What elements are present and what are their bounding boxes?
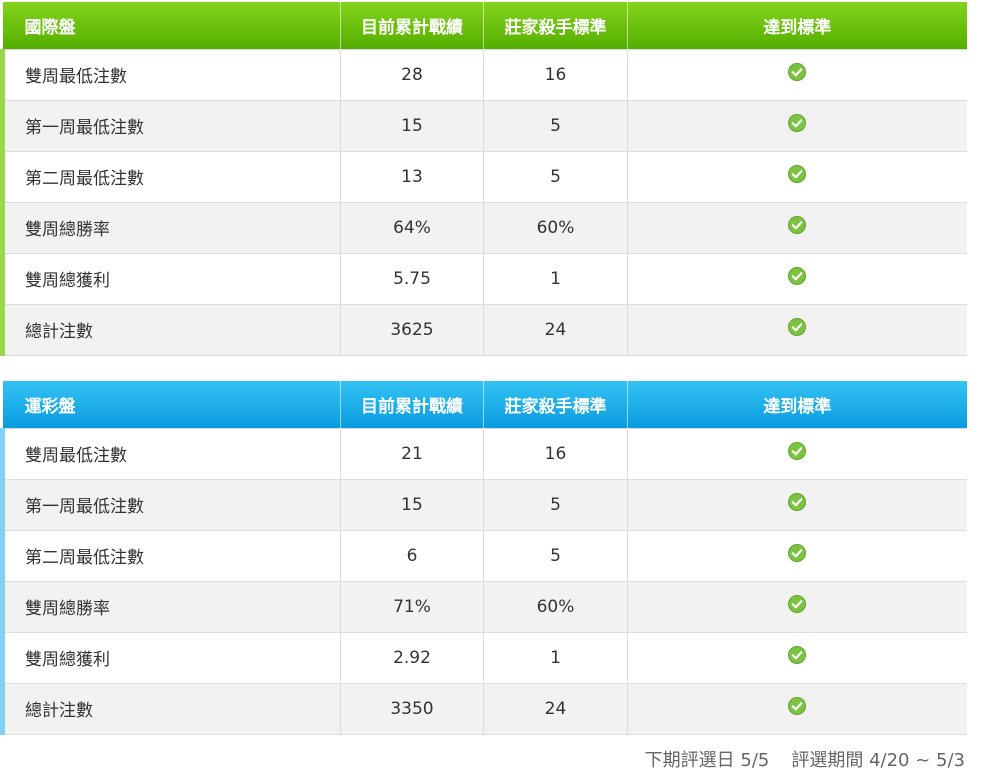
standard-value: 16 — [483, 48, 628, 100]
table-row: 總計注數 3625 24 — [0, 303, 967, 356]
met-cell — [627, 48, 967, 100]
check-icon — [788, 492, 807, 511]
current-record-header: 目前累計戰績 — [340, 2, 484, 49]
check-icon — [788, 317, 807, 336]
check-icon — [788, 543, 807, 562]
table-header-row: 運彩盤 目前累計戰績 莊家殺手標準 達到標準 — [2, 381, 967, 428]
row-label: 雙周最低注數 — [0, 427, 341, 479]
board-name-header: 國際盤 — [2, 2, 341, 49]
met-cell — [627, 580, 967, 632]
international-board-table: 國際盤 目前累計戰績 莊家殺手標準 達到標準 雙周最低注數 28 16 第一周最… — [0, 2, 967, 356]
current-value: 13 — [340, 150, 484, 202]
row-label: 雙周總獲利 — [0, 631, 341, 683]
check-icon — [788, 62, 807, 81]
check-icon — [788, 696, 807, 715]
met-cell — [627, 529, 967, 581]
check-icon — [788, 594, 807, 613]
evaluation-footer: 下期評選日 5/5 評選期間 4/20 ~ 5/3 — [645, 746, 965, 772]
met-cell — [627, 427, 967, 479]
table-row: 雙周總勝率 64% 60% — [0, 201, 967, 253]
met-header: 達到標準 — [627, 381, 967, 428]
row-label: 第二周最低注數 — [0, 529, 341, 581]
row-label: 雙周總勝率 — [0, 201, 341, 253]
table-row: 總計注數 3350 24 — [0, 682, 967, 735]
row-label: 總計注數 — [0, 682, 341, 735]
row-label: 總計注數 — [0, 303, 341, 356]
table-row: 雙周最低注數 28 16 — [0, 48, 967, 100]
standard-value: 60% — [483, 580, 628, 632]
met-cell — [627, 99, 967, 151]
table-row: 雙周最低注數 21 16 — [0, 427, 967, 479]
standard-header: 莊家殺手標準 — [483, 2, 628, 49]
current-value: 64% — [340, 201, 484, 253]
met-cell — [627, 478, 967, 530]
current-value: 71% — [340, 580, 484, 632]
standard-value: 5 — [483, 478, 628, 530]
row-label: 第二周最低注數 — [0, 150, 341, 202]
current-record-header: 目前累計戰績 — [340, 381, 484, 428]
lottery-board-table: 運彩盤 目前累計戰績 莊家殺手標準 達到標準 雙周最低注數 21 16 第一周最… — [0, 381, 967, 735]
check-icon — [788, 645, 807, 664]
met-cell — [627, 303, 967, 356]
met-cell — [627, 252, 967, 304]
standard-value: 5 — [483, 529, 628, 581]
met-cell — [627, 682, 967, 735]
table-row: 第一周最低注數 15 5 — [0, 99, 967, 151]
current-value: 15 — [340, 478, 484, 530]
met-cell — [627, 150, 967, 202]
check-icon — [788, 164, 807, 183]
standard-value: 24 — [483, 303, 628, 356]
current-value: 15 — [340, 99, 484, 151]
table-row: 雙周總獲利 2.92 1 — [0, 631, 967, 683]
standard-value: 60% — [483, 201, 628, 253]
table-row: 第二周最低注數 6 5 — [0, 529, 967, 581]
current-value: 21 — [340, 427, 484, 479]
evaluation-period: 評選期間 4/20 ~ 5/3 — [791, 750, 965, 771]
standard-value: 5 — [483, 99, 628, 151]
standard-header: 莊家殺手標準 — [483, 381, 628, 428]
check-icon — [788, 266, 807, 285]
current-value: 3350 — [340, 682, 484, 735]
row-label: 第一周最低注數 — [0, 99, 341, 151]
standard-value: 1 — [483, 252, 628, 304]
current-value: 6 — [340, 529, 484, 581]
table-row: 雙周總勝率 71% 60% — [0, 580, 967, 632]
table-row: 第一周最低注數 15 5 — [0, 478, 967, 530]
table-row: 第二周最低注數 13 5 — [0, 150, 967, 202]
standard-value: 16 — [483, 427, 628, 479]
row-label: 雙周最低注數 — [0, 48, 341, 100]
board-name-header: 運彩盤 — [2, 381, 341, 428]
standard-value: 24 — [483, 682, 628, 735]
standard-value: 1 — [483, 631, 628, 683]
standard-value: 5 — [483, 150, 628, 202]
current-value: 3625 — [340, 303, 484, 356]
current-value: 28 — [340, 48, 484, 100]
row-label: 雙周總勝率 — [0, 580, 341, 632]
met-header: 達到標準 — [627, 2, 967, 49]
check-icon — [788, 113, 807, 132]
next-evaluation-date: 下期評選日 5/5 — [644, 750, 770, 771]
table-row: 雙周總獲利 5.75 1 — [0, 252, 967, 304]
table-header-row: 國際盤 目前累計戰績 莊家殺手標準 達到標準 — [2, 2, 967, 49]
met-cell — [627, 201, 967, 253]
met-cell — [627, 631, 967, 683]
current-value: 5.75 — [340, 252, 484, 304]
current-value: 2.92 — [340, 631, 484, 683]
row-label: 雙周總獲利 — [0, 252, 341, 304]
row-label: 第一周最低注數 — [0, 478, 341, 530]
check-icon — [788, 215, 807, 234]
check-icon — [788, 441, 807, 460]
